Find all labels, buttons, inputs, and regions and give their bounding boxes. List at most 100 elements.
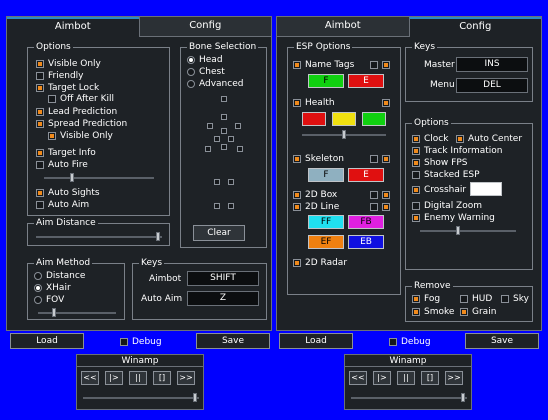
bone-point-foot-l[interactable]	[214, 203, 220, 209]
remove-fog[interactable]: Fog	[412, 294, 440, 304]
bone-head[interactable]: Head	[187, 55, 223, 65]
line-2d-enemy-toggle[interactable]	[382, 203, 390, 211]
right-debug-toggle[interactable]: Debug	[389, 337, 431, 347]
off-after-kill-checkbox[interactable]	[48, 95, 56, 103]
digital-zoom-checkbox[interactable]	[412, 202, 420, 210]
crosshair-color[interactable]	[470, 182, 502, 196]
lead-prediction-checkbox[interactable]	[36, 108, 44, 116]
skeleton-friendly-toggle[interactable]	[370, 155, 378, 163]
bone-point-neck[interactable]	[221, 114, 227, 120]
right-save-button[interactable]: Save	[465, 333, 539, 349]
box-2d-friendly-toggle[interactable]	[370, 191, 378, 199]
health-toggle[interactable]	[382, 99, 390, 107]
esp-2d-box[interactable]: 2D Box	[293, 190, 337, 200]
bone-point-foot-r[interactable]	[228, 203, 234, 209]
left-save-button[interactable]: Save	[196, 333, 270, 349]
advanced-radio[interactable]	[187, 80, 195, 88]
remove-smoke[interactable]: Smoke	[412, 307, 454, 317]
next-button[interactable]: >>	[177, 371, 195, 385]
option-track-info[interactable]: Track Information	[412, 146, 503, 156]
health-high-color[interactable]	[362, 112, 386, 126]
remove-hud[interactable]: HUD	[460, 294, 492, 304]
visible-only-checkbox[interactable]	[36, 60, 44, 68]
winamp-volume-thumb[interactable]	[193, 393, 197, 402]
option-spread-prediction[interactable]: Spread Prediction	[36, 119, 127, 129]
health-checkbox[interactable]	[293, 99, 301, 107]
esp-health[interactable]: Health	[293, 98, 335, 108]
play-button[interactable]: |>	[105, 371, 123, 385]
auto-center-checkbox[interactable]	[456, 135, 464, 143]
option-friendly[interactable]: Friendly	[36, 71, 84, 81]
tab-config[interactable]: Config	[408, 17, 541, 37]
option-target-info[interactable]: Target Info	[36, 148, 96, 158]
stacked-esp-checkbox[interactable]	[412, 171, 420, 179]
health-low-color[interactable]	[302, 112, 326, 126]
remove-sky[interactable]: Sky	[501, 294, 529, 304]
chest-radio[interactable]	[187, 68, 195, 76]
aim-method-distance[interactable]: Distance	[34, 271, 85, 281]
fog-checkbox[interactable]	[412, 295, 420, 303]
left-load-button[interactable]: Load	[10, 333, 84, 349]
aim-distance-slider[interactable]	[36, 232, 162, 241]
options-slider[interactable]	[420, 226, 516, 235]
menu-key-field[interactable]: DEL	[456, 78, 528, 93]
option-show-fps[interactable]: Show FPS	[412, 158, 467, 168]
remove-grain[interactable]: Grain	[460, 307, 496, 317]
option-clock[interactable]: Clock	[412, 134, 448, 144]
name-tags-checkbox[interactable]	[293, 61, 301, 69]
stop-button[interactable]: []	[153, 371, 171, 385]
xhair-radio[interactable]	[34, 284, 42, 292]
bone-point-arm-l[interactable]	[214, 136, 220, 142]
bone-advanced[interactable]: Advanced	[187, 79, 243, 89]
option-auto-sights[interactable]: Auto Sights	[36, 188, 100, 198]
right-load-button[interactable]: Load	[279, 333, 353, 349]
left-debug-toggle[interactable]: Debug	[120, 337, 162, 347]
name-tags-enemy-toggle[interactable]	[382, 61, 390, 69]
spread-prediction-checkbox[interactable]	[36, 120, 44, 128]
name-tags-enemy-color[interactable]: E	[348, 74, 384, 88]
aim-distance-slider-thumb[interactable]	[156, 232, 160, 241]
left-debug-checkbox[interactable]	[120, 338, 128, 346]
auto-aim-key-field[interactable]: Z	[187, 291, 259, 306]
bone-point-knee-r[interactable]	[228, 179, 234, 185]
tab-aimbot[interactable]: Aimbot	[277, 17, 409, 37]
sky-checkbox[interactable]	[501, 295, 509, 303]
auto-sights-checkbox[interactable]	[36, 189, 44, 197]
bone-point-knee-l[interactable]	[214, 179, 220, 185]
bone-chest[interactable]: Chest	[187, 67, 225, 77]
option-target-lock[interactable]: Target Lock	[36, 83, 99, 93]
previous-button[interactable]: <<	[349, 371, 367, 385]
bone-point-shoulder-r[interactable]	[235, 123, 241, 129]
auto-fire-slider[interactable]	[44, 173, 154, 182]
line-2d-checkbox[interactable]	[293, 203, 301, 211]
options-slider-thumb[interactable]	[456, 226, 460, 235]
option-digital-zoom[interactable]: Digital Zoom	[412, 201, 482, 211]
stop-button[interactable]: []	[421, 371, 439, 385]
line-2d-friendly-toggle[interactable]	[370, 203, 378, 211]
smoke-checkbox[interactable]	[412, 308, 420, 316]
bone-point-shoulder-l[interactable]	[207, 123, 213, 129]
master-key-field[interactable]: INS	[456, 57, 528, 72]
friendly-back-color[interactable]: FB	[348, 215, 384, 229]
bone-point-chest[interactable]	[221, 128, 227, 134]
bone-point-hand-l[interactable]	[205, 146, 211, 152]
esp-2d-radar[interactable]: 2D Radar	[293, 258, 347, 268]
skeleton-checkbox[interactable]	[293, 155, 301, 163]
option-visible-only[interactable]: Visible Only	[36, 59, 101, 69]
head-radio[interactable]	[187, 56, 195, 64]
tab-config[interactable]: Config	[138, 17, 271, 37]
next-button[interactable]: >>	[445, 371, 463, 385]
winamp-volume-slider[interactable]	[351, 393, 467, 402]
pause-button[interactable]: ||	[129, 371, 147, 385]
bone-point-head[interactable]	[221, 96, 227, 102]
skeleton-enemy-toggle[interactable]	[382, 155, 390, 163]
box-2d-checkbox[interactable]	[293, 191, 301, 199]
name-tags-friendly-color[interactable]: F	[308, 74, 344, 88]
show-fps-checkbox[interactable]	[412, 159, 420, 167]
target-lock-checkbox[interactable]	[36, 84, 44, 92]
option-auto-fire[interactable]: Auto Fire	[36, 160, 88, 170]
fov-radio[interactable]	[34, 296, 42, 304]
fov-slider[interactable]	[38, 308, 116, 317]
health-slider[interactable]	[302, 130, 386, 139]
target-info-checkbox[interactable]	[36, 149, 44, 157]
